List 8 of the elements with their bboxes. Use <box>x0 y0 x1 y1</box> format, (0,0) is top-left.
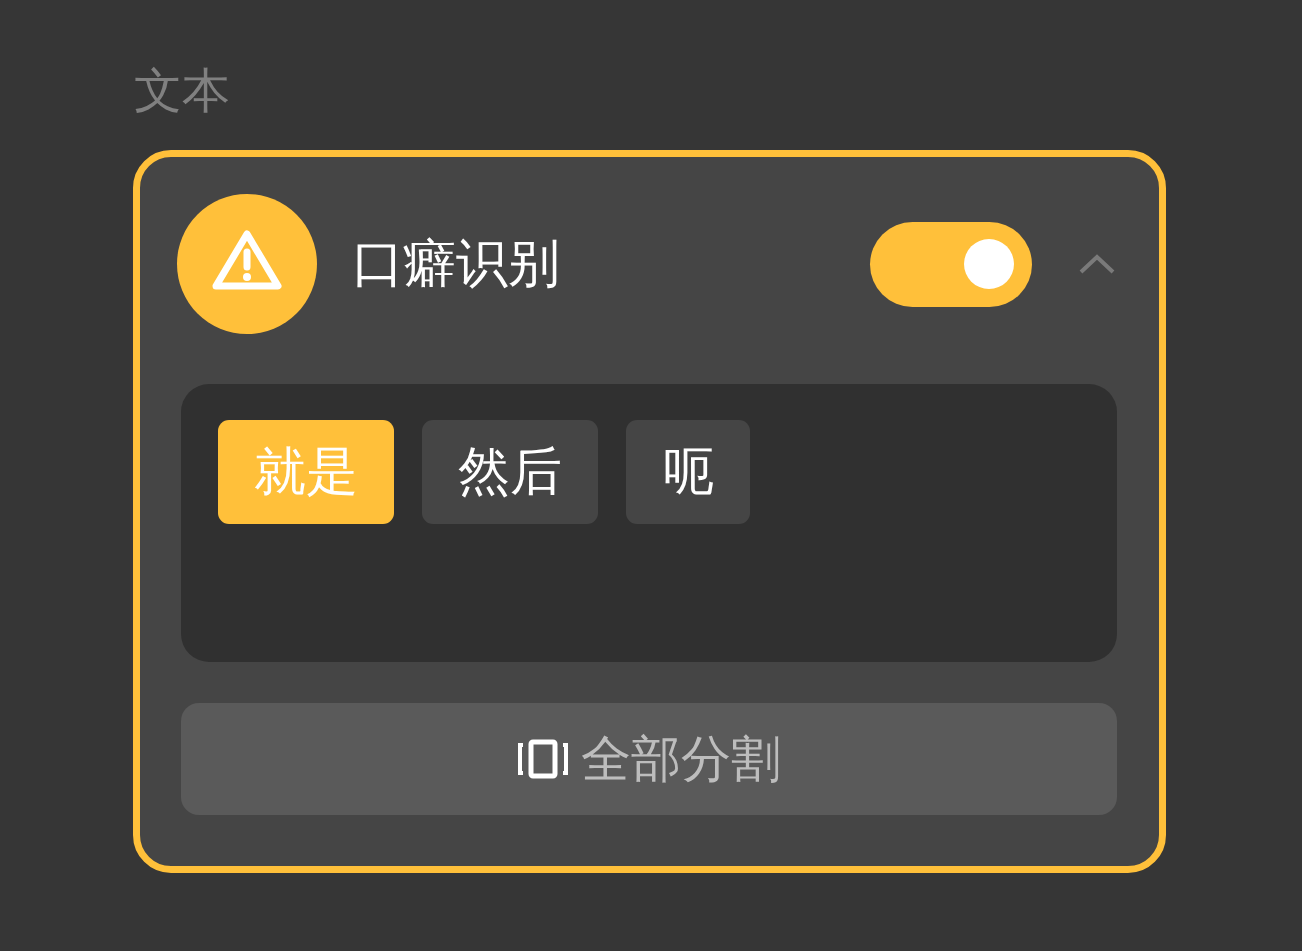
split-all-button[interactable]: 全部分割 <box>181 703 1117 815</box>
word-chip[interactable]: 呃 <box>626 420 750 524</box>
word-chip[interactable]: 然后 <box>422 420 598 524</box>
button-label: 全部分割 <box>581 728 781 790</box>
card-title: 口癖识别 <box>352 232 561 295</box>
section-title: 文本 <box>134 61 231 120</box>
split-icon <box>517 739 569 779</box>
warning-icon <box>177 194 317 334</box>
